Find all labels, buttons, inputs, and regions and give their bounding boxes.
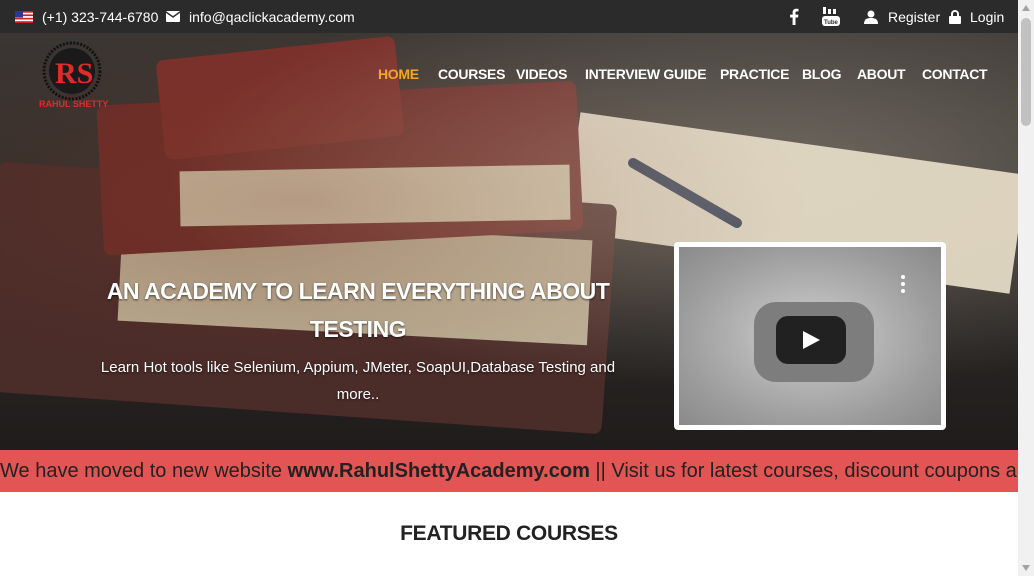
top-bar: (+1) 323-744-6780 info@qaclickacademy.co… [0, 0, 1018, 33]
page-scrollbar[interactable] [1018, 0, 1034, 576]
more-vertical-icon[interactable] [901, 275, 905, 296]
login-label[interactable]: Login [970, 9, 1004, 25]
scroll-down-icon[interactable] [1022, 565, 1030, 571]
email-contact[interactable]: info@qaclickacademy.com [166, 0, 355, 33]
nav-about[interactable]: ABOUT [857, 33, 906, 115]
register-link[interactable]: Register [864, 0, 940, 33]
facebook-icon[interactable] [789, 0, 799, 33]
marquee-link[interactable]: www.RahulShettyAcademy.com [288, 460, 590, 482]
nav-blog[interactable]: BLOG [802, 33, 842, 115]
video-screen[interactable] [679, 247, 941, 425]
scroll-up-icon[interactable] [1022, 5, 1030, 11]
main-nav: HOME COURSES VIDEOS INTERVIEW GUIDE PRAC… [0, 33, 1018, 115]
login-link[interactable]: Login [949, 0, 1004, 33]
email-address[interactable]: info@qaclickacademy.com [189, 9, 355, 25]
play-icon[interactable] [776, 316, 846, 364]
nav-videos[interactable]: VIDEOS [516, 33, 567, 115]
svg-text:Tube: Tube [824, 20, 839, 26]
youtube-icon[interactable]: Tube [822, 0, 840, 33]
nav-courses[interactable]: COURSES [438, 33, 505, 115]
announcement-marquee: We have moved to new website www.RahulSh… [0, 450, 1018, 492]
register-label[interactable]: Register [888, 9, 940, 25]
video-player[interactable] [674, 242, 946, 430]
nav-contact[interactable]: CONTACT [922, 33, 988, 115]
featured-courses-heading: FEATURED COURSES [400, 522, 618, 545]
envelope-icon [166, 11, 180, 22]
hero-subline: Learn Hot tools like Selenium, Appium, J… [100, 359, 616, 403]
nav-interview-guide[interactable]: INTERVIEW GUIDE [585, 33, 707, 115]
scrollbar-thumb[interactable] [1021, 18, 1031, 126]
lock-icon [949, 9, 961, 24]
us-flag-icon [15, 10, 33, 23]
nav-practice[interactable]: PRACTICE [720, 33, 789, 115]
phone-number: (+1) 323-744-6780 [42, 8, 159, 25]
user-icon [864, 10, 878, 24]
marquee-text: We have moved to new website www.RahulSh… [0, 460, 1018, 482]
phone-contact: (+1) 323-744-6780 [15, 0, 158, 33]
nav-home[interactable]: HOME [378, 33, 419, 115]
hero-headline: AN ACADEMY TO LEARN EVERYTHING ABOUT TES… [106, 278, 610, 342]
